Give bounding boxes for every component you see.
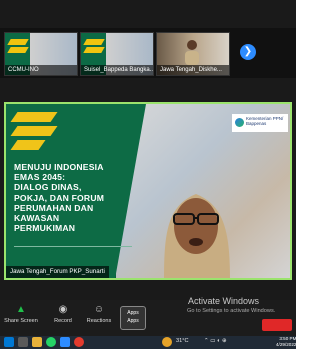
whatsapp-icon[interactable] bbox=[46, 337, 56, 347]
speaker-name-label: Jawa Tengah_Forum PKP_Sunarti bbox=[6, 266, 109, 278]
windows-start-icon[interactable] bbox=[4, 337, 14, 347]
windows-taskbar: 31°C ⌃ ▭ ◐ ⊕ 3:50 PM 4/29/2022 bbox=[0, 336, 296, 349]
activate-windows-title: Activate Windows bbox=[188, 296, 260, 306]
reactions-button[interactable]: ☺ Reactions bbox=[82, 304, 116, 324]
clock[interactable]: 3:50 PM 4/29/2022 bbox=[276, 336, 296, 348]
record-icon: ◉ bbox=[58, 304, 68, 315]
slide-title: MENUJU INDONESIA EMAS 2045: DIALOG DINAS… bbox=[14, 162, 105, 234]
participant-name: Suisel_Bappeda Bangka... bbox=[81, 65, 153, 75]
weather-icon bbox=[162, 337, 172, 347]
bappenas-logo: Kementerian PPN/ Bappenas bbox=[232, 114, 288, 132]
zoom-icon[interactable] bbox=[60, 337, 70, 347]
participant-name: CCMU-INO bbox=[5, 65, 77, 75]
system-tray-icons[interactable]: ⌃ ▭ ◐ ⊕ bbox=[204, 338, 227, 344]
temperature-label: 31°C bbox=[176, 338, 189, 344]
end-meeting-button[interactable] bbox=[262, 319, 292, 331]
speaker-video bbox=[164, 194, 230, 278]
share-screen-icon: ▲ bbox=[16, 304, 26, 315]
search-icon[interactable] bbox=[18, 337, 28, 347]
chrome-icon[interactable] bbox=[74, 337, 84, 347]
participant-tile[interactable]: Jawa Tengah_Diskhe... bbox=[156, 32, 230, 76]
file-explorer-icon[interactable] bbox=[32, 337, 42, 347]
participant-tile[interactable]: CCMU-INO bbox=[4, 32, 78, 76]
participant-video bbox=[185, 40, 199, 65]
active-speaker-view: MENUJU INDONESIA EMAS 2045: DIALOG DINAS… bbox=[4, 102, 292, 280]
apps-button[interactable]: Apps Apps bbox=[120, 306, 146, 330]
participant-name: Jawa Tengah_Diskhe... bbox=[157, 65, 229, 75]
record-button[interactable]: ◉ Record bbox=[46, 304, 80, 324]
apps-label: Apps bbox=[127, 318, 139, 324]
share-screen-button[interactable]: ▲ Share Screen bbox=[4, 304, 38, 324]
next-page-icon[interactable]: ❯ bbox=[240, 44, 256, 60]
zoom-window: CCMU-INO Suisel_Bappeda Bangka... Jawa T… bbox=[0, 0, 296, 349]
participant-strip: CCMU-INO Suisel_Bappeda Bangka... Jawa T… bbox=[0, 28, 296, 78]
reactions-icon: ☺ bbox=[93, 304, 105, 315]
participant-tile[interactable]: Suisel_Bappeda Bangka... bbox=[80, 32, 154, 76]
apps-chip-label: Apps bbox=[127, 310, 139, 316]
activate-windows-subtitle: Go to Settings to activate Windows. bbox=[187, 308, 276, 314]
